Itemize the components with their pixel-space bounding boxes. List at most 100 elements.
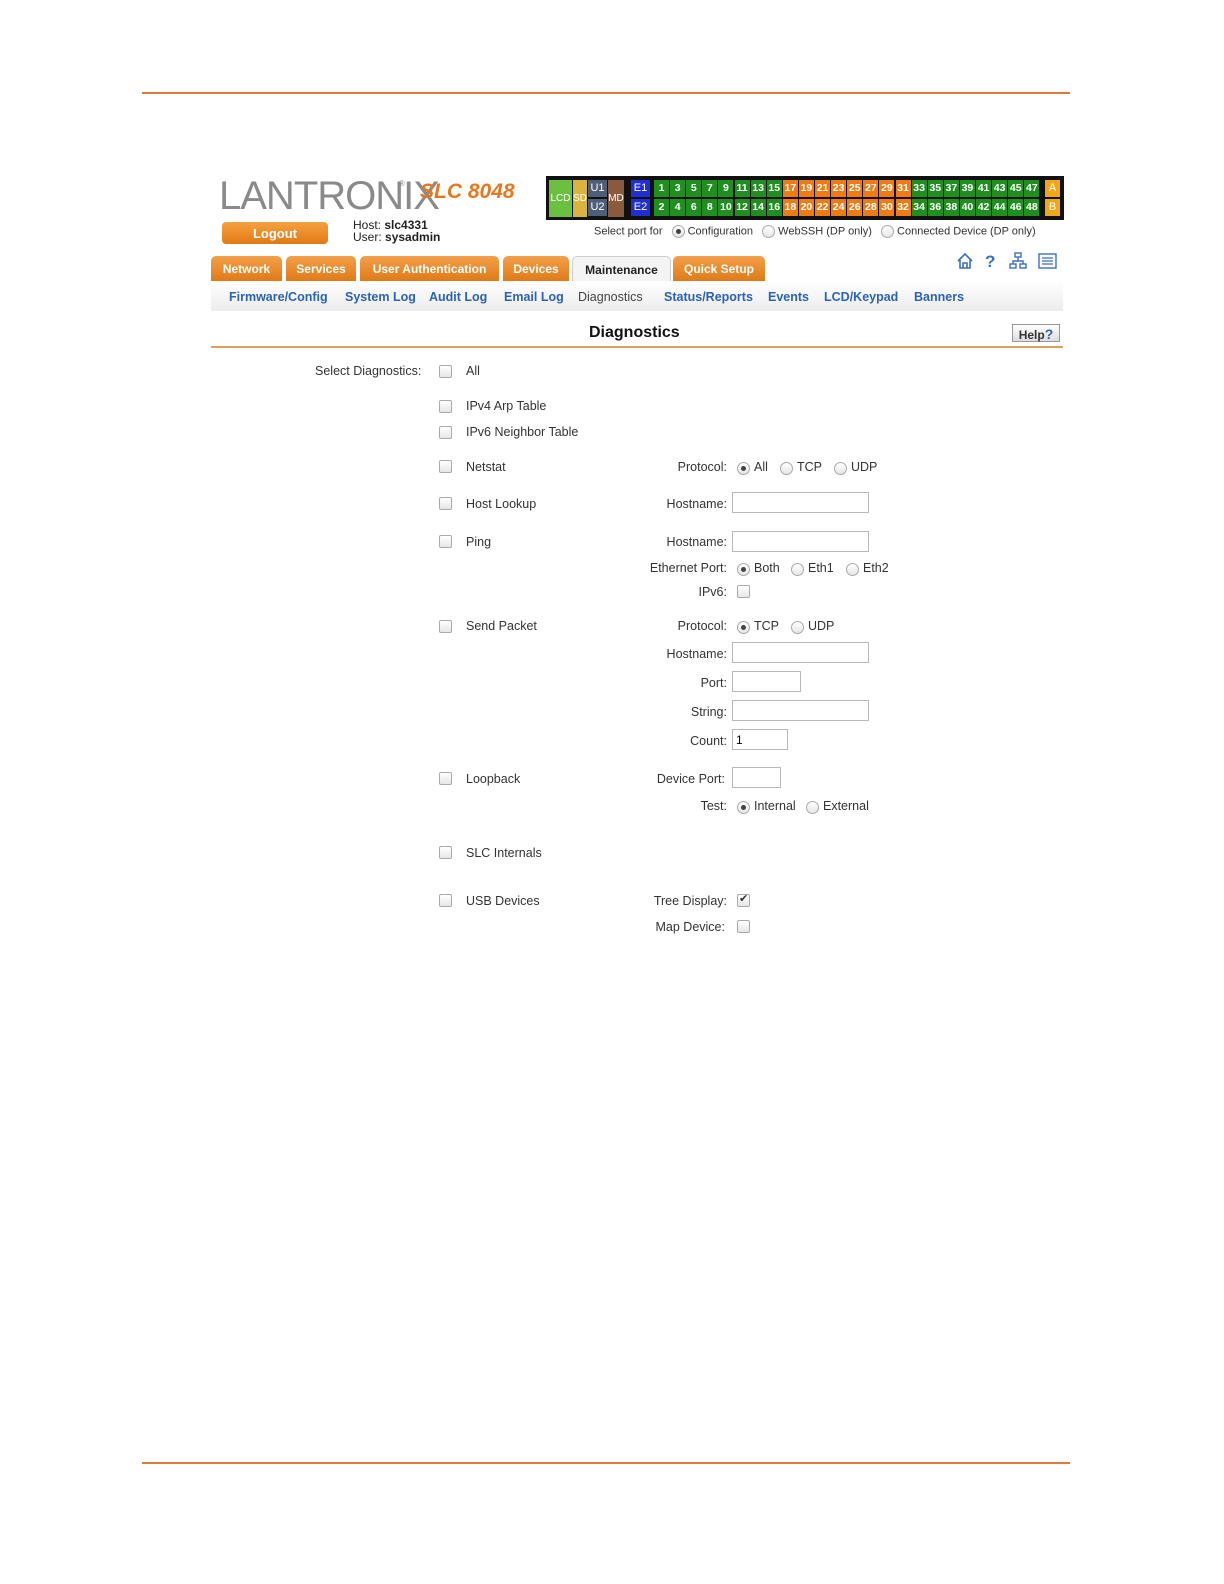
b-port[interactable]: B: [1045, 199, 1060, 216]
device-port-22[interactable]: 22: [815, 199, 831, 216]
device-port-1[interactable]: 1: [654, 180, 670, 197]
subnav-audit-log[interactable]: Audit Log: [429, 290, 487, 304]
device-port-20[interactable]: 20: [798, 199, 814, 216]
device-port-29[interactable]: 29: [879, 180, 895, 197]
u2-port[interactable]: U2: [588, 199, 607, 216]
device-port-4[interactable]: 4: [670, 199, 686, 216]
radio-sendpacket-tcp[interactable]: [737, 621, 750, 634]
sendpacket-count-input[interactable]: [732, 729, 788, 750]
checkbox-send-packet[interactable]: [439, 620, 452, 633]
device-port-32[interactable]: 32: [895, 199, 911, 216]
device-port-28[interactable]: 28: [863, 199, 879, 216]
tab-services[interactable]: Services: [286, 256, 356, 281]
device-port-17[interactable]: 17: [782, 180, 798, 197]
checkbox-ping[interactable]: [439, 535, 452, 548]
radio-netstat-all[interactable]: [737, 462, 750, 475]
device-port-23[interactable]: 23: [831, 180, 847, 197]
device-port-36[interactable]: 36: [927, 199, 943, 216]
radio-loopback-external[interactable]: [806, 801, 819, 814]
device-port-15[interactable]: 15: [766, 180, 782, 197]
ping-hostname-input[interactable]: [732, 531, 869, 552]
radio-ping-eth1[interactable]: [791, 563, 804, 576]
checkbox-usb-devices[interactable]: [439, 894, 452, 907]
radio-connected-device[interactable]: [880, 225, 894, 238]
device-port-47[interactable]: 47: [1024, 180, 1040, 197]
lcd-port[interactable]: LCD: [549, 180, 572, 217]
device-port-21[interactable]: 21: [815, 180, 831, 197]
device-port-37[interactable]: 37: [943, 180, 959, 197]
device-port-27[interactable]: 27: [863, 180, 879, 197]
subnav-diagnostics[interactable]: Diagnostics: [578, 290, 643, 304]
logout-button[interactable]: Logout: [222, 222, 328, 244]
device-port-19[interactable]: 19: [798, 180, 814, 197]
sendpacket-hostname-input[interactable]: [732, 642, 869, 663]
device-port-40[interactable]: 40: [959, 199, 975, 216]
device-port-43[interactable]: 43: [992, 180, 1008, 197]
device-port-24[interactable]: 24: [831, 199, 847, 216]
radio-netstat-tcp[interactable]: [780, 462, 793, 475]
device-port-8[interactable]: 8: [702, 199, 718, 216]
tab-user-authentication[interactable]: User Authentication: [360, 256, 499, 281]
device-port-41[interactable]: 41: [976, 180, 992, 197]
checkbox-ipv4-arp-table[interactable]: [439, 400, 452, 413]
tab-quick-setup[interactable]: Quick Setup: [673, 256, 765, 281]
subnav-firmware-config[interactable]: Firmware/Config: [229, 290, 328, 304]
sd-port[interactable]: SD: [573, 180, 587, 217]
device-port-42[interactable]: 42: [976, 199, 992, 216]
device-port-3[interactable]: 3: [670, 180, 686, 197]
checkbox-host-lookup[interactable]: [439, 497, 452, 510]
device-port-26[interactable]: 26: [847, 199, 863, 216]
radio-configuration[interactable]: [671, 225, 685, 238]
device-port-6[interactable]: 6: [686, 199, 702, 216]
device-port-12[interactable]: 12: [734, 199, 750, 216]
tab-network[interactable]: Network: [211, 256, 282, 281]
subnav-banners[interactable]: Banners: [914, 290, 964, 304]
device-port-7[interactable]: 7: [702, 180, 718, 197]
device-port-35[interactable]: 35: [927, 180, 943, 197]
radio-sendpacket-udp[interactable]: [791, 621, 804, 634]
device-port-10[interactable]: 10: [718, 199, 734, 216]
radio-ping-both[interactable]: [737, 563, 750, 576]
checkbox-ipv6-neighbor-table[interactable]: [439, 426, 452, 439]
subnav-email-log[interactable]: Email Log: [504, 290, 564, 304]
device-port-44[interactable]: 44: [992, 199, 1008, 216]
help-button[interactable]: Help?: [1012, 324, 1060, 342]
device-port-30[interactable]: 30: [879, 199, 895, 216]
checkbox-ping-ipv6[interactable]: [737, 585, 750, 598]
checkbox-slc-internals[interactable]: [439, 846, 452, 859]
checkbox-usb-tree-display[interactable]: [737, 892, 750, 907]
list-icon[interactable]: [1038, 252, 1057, 275]
sendpacket-string-input[interactable]: [732, 700, 869, 721]
subnav-system-log[interactable]: System Log: [345, 290, 416, 304]
device-port-33[interactable]: 33: [911, 180, 927, 197]
subnav-status-reports[interactable]: Status/Reports: [664, 290, 753, 304]
radio-loopback-internal[interactable]: [737, 801, 750, 814]
tab-maintenance[interactable]: Maintenance: [572, 256, 671, 282]
device-port-14[interactable]: 14: [750, 199, 766, 216]
device-port-5[interactable]: 5: [686, 180, 702, 197]
device-port-46[interactable]: 46: [1008, 199, 1024, 216]
device-port-45[interactable]: 45: [1008, 180, 1024, 197]
device-port-11[interactable]: 11: [734, 180, 750, 197]
device-port-16[interactable]: 16: [766, 199, 782, 216]
checkbox-all[interactable]: [439, 365, 452, 378]
device-port-13[interactable]: 13: [750, 180, 766, 197]
u1-port[interactable]: U1: [588, 180, 607, 197]
checkbox-netstat[interactable]: [439, 460, 452, 473]
e2-port[interactable]: E2: [631, 199, 650, 216]
home-icon[interactable]: [956, 252, 974, 275]
loopback-device-port-input[interactable]: [732, 767, 781, 788]
device-port-31[interactable]: 31: [895, 180, 911, 197]
device-port-2[interactable]: 2: [654, 199, 670, 216]
sendpacket-port-input[interactable]: [732, 671, 801, 692]
device-port-18[interactable]: 18: [782, 199, 798, 216]
tab-devices[interactable]: Devices: [503, 256, 569, 281]
checkbox-loopback[interactable]: [439, 772, 452, 785]
radio-ping-eth2[interactable]: [846, 563, 859, 576]
help-icon[interactable]: ?: [985, 252, 995, 272]
subnav-lcd-keypad[interactable]: LCD/Keypad: [824, 290, 898, 304]
subnav-events[interactable]: Events: [768, 290, 809, 304]
radio-netstat-udp[interactable]: [834, 462, 847, 475]
sitemap-icon[interactable]: [1009, 252, 1027, 275]
e1-port[interactable]: E1: [631, 180, 650, 197]
